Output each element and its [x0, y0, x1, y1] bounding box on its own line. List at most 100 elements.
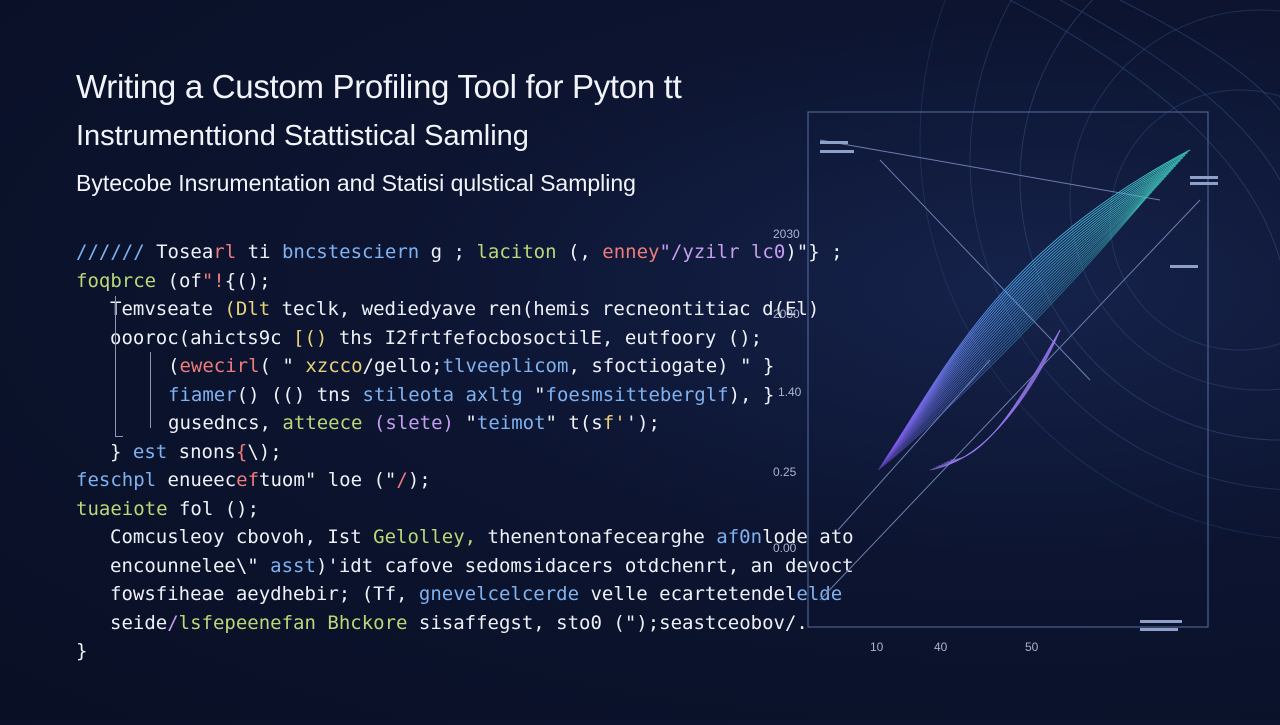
code-line: gusedncs, atteece (slete) "teimot" t(sf'…: [168, 409, 660, 437]
code-token: enney: [602, 241, 660, 263]
ribbon-curve: [929, 329, 1061, 471]
code-token: xzcco: [305, 355, 363, 377]
code-token: laciton: [476, 241, 568, 263]
slide-title: Writing a Custom Profiling Tool for Pyto…: [76, 68, 682, 105]
indent-guide: [115, 436, 123, 437]
code-token: seide: [110, 611, 168, 634]
code-token: snons: [178, 440, 236, 463]
code-token: ": [270, 355, 306, 377]
code-line: fowsfiheae aeydhebir; (Tf, gnevelcelcerd…: [110, 580, 842, 608]
code-token: );: [407, 469, 431, 491]
code-token: ,: [568, 355, 592, 377]
code-token: fol: [178, 497, 225, 520]
code-token: tlveeplicom: [442, 355, 569, 377]
code-token: Gelolley,: [373, 526, 488, 548]
x-tick-label: 40: [934, 640, 948, 654]
code-token: sisaffegst,: [418, 611, 557, 634]
y-tick-label: 2030: [773, 227, 800, 241]
code-token: (Tf,: [361, 583, 419, 605]
code-line: (ewecirl( " xzcco/gello;tlveeplicom, sfo…: [168, 352, 774, 380]
code-token: ": [304, 469, 328, 491]
code-token: (Dlt: [224, 298, 282, 320]
code-token: (): [236, 383, 271, 406]
code-token: (: [168, 355, 180, 377]
code-token: bncstesciern: [281, 241, 431, 263]
code-token: gnevelcelcerde: [418, 583, 591, 605]
code-token: stileota: [362, 383, 466, 406]
indent-guide: [150, 352, 151, 428]
code-token: (slete): [373, 412, 466, 434]
code-line: foqbrce (of"!{();: [76, 267, 271, 295]
code-token: I2frtfefocbosoctilE: [384, 326, 602, 349]
code-token: 9c: [258, 326, 294, 349]
code-token: ths: [327, 326, 385, 349]
code-token: ,: [601, 326, 625, 349]
code-token: recneontitiac: [601, 298, 763, 320]
code-token: \": [235, 554, 271, 577]
code-token: )'idt: [315, 554, 385, 577]
code-token: sedomsidacers: [464, 554, 625, 577]
code-token: ": [534, 383, 546, 406]
code-token: otdchenrt,: [624, 554, 751, 577]
code-token: teimot: [476, 412, 546, 434]
code-token: }: [76, 640, 88, 662]
code-token: }: [110, 440, 133, 463]
code-token: {(: [224, 269, 248, 292]
code-token: loe: [327, 469, 374, 491]
code-token: rl: [213, 241, 248, 263]
indent-guide: [115, 296, 116, 436]
code-token: ;: [453, 241, 477, 263]
code-token: Tosea: [156, 241, 214, 263]
code-token: /: [167, 611, 179, 634]
code-token: feschpl: [76, 469, 168, 491]
code-token: (: [259, 355, 271, 377]
code-token: ren(hemis: [487, 298, 602, 320]
code-token: tuom: [259, 469, 305, 491]
slide-tagline: Bytecobe Insrumentation and Statisi quls…: [76, 170, 636, 196]
code-token: af0n: [716, 526, 763, 548]
code-line: Comcusleoy cbovoh, Ist Gelolley, thenent…: [110, 523, 854, 551]
code-token: /: [396, 469, 408, 491]
code-token: aeydhebir;: [235, 583, 362, 605]
y-tick-label: 0.00: [773, 541, 797, 555]
code-token: tns: [316, 383, 363, 406]
x-tick-label: 10: [870, 640, 884, 654]
code-token: /gello;: [362, 355, 443, 377]
code-token: Bhckore: [327, 611, 419, 634]
code-token: lsfepeenefan: [178, 611, 328, 634]
code-token: ef: [236, 469, 260, 491]
y-tick-label: 1.40: [778, 385, 802, 399]
code-token: eutfoory: [624, 326, 728, 349]
annotation-markers: [820, 141, 1218, 631]
code-token: est: [132, 440, 179, 463]
code-token: wediedyave: [361, 298, 488, 320]
code-token: ": [545, 412, 569, 434]
code-token: Ist: [327, 526, 374, 548]
code-token: ();: [224, 497, 260, 520]
code-token: f': [602, 412, 626, 434]
code-token: ');: [625, 412, 660, 434]
code-token: [(): [293, 326, 328, 349]
code-line: ////// Tosearl ti bncstesciern g ; lacit…: [76, 238, 843, 266]
code-line: Temvseate (Dlt teclk, wediedyave ren(hem…: [110, 295, 819, 323]
code-token: (of: [167, 269, 202, 292]
code-token: ti: [247, 241, 282, 263]
code-token: sto0: [556, 611, 614, 634]
code-token: ewecirl: [179, 355, 260, 377]
code-token: axltg: [465, 383, 535, 406]
visualization-canvas: [807, 0, 1280, 631]
code-token: ((): [270, 383, 317, 406]
slide-subtitle: Instrumenttiond Stattistical Samling: [76, 120, 529, 152]
code-token: (s: [579, 412, 603, 434]
code-line: seide/lsfepeenefan Bhckore sisaffegst, s…: [110, 609, 808, 637]
code-line: encounnelee\" asst)'idt cafove sedomsida…: [110, 552, 854, 580]
code-token: cbovoh,: [235, 526, 328, 548]
y-tick-label: 0.25: [773, 465, 797, 479]
code-token: atteece: [282, 412, 374, 434]
code-token: ();: [727, 326, 763, 349]
code-token: oooroc(ahicts: [110, 326, 259, 349]
code-token: //////: [76, 241, 157, 263]
code-token: Comcusleoy: [110, 526, 236, 548]
code-token: {: [235, 440, 248, 463]
code-token: thenentonafecearghe: [487, 526, 717, 548]
